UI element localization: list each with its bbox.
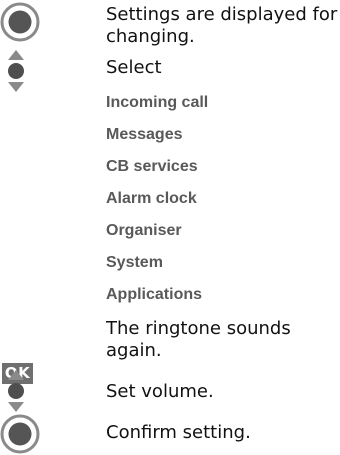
step-text-select: Select [106, 57, 162, 78]
navigation-key-icon [8, 370, 24, 412]
menu-item-organiser: Organiser [106, 222, 182, 239]
menu-item-cb-services: CB services [106, 158, 198, 175]
center-key-icon [0, 414, 40, 454]
step-text-set-volume: Set volume. [106, 381, 214, 402]
navigation-key-icon [8, 50, 24, 92]
menu-item-alarm-clock: Alarm clock [106, 190, 197, 207]
menu-item-messages: Messages [106, 126, 183, 143]
menu-item-system: System [106, 254, 163, 271]
menu-item-incoming-call: Incoming call [106, 94, 209, 111]
step-text-ringtone-sounds: The ringtone sounds again. [106, 318, 291, 361]
center-key-icon [0, 2, 40, 42]
step-text-confirm-setting: Confirm setting. [106, 422, 251, 443]
step-text-settings-displayed: Settings are displayed for changing. [106, 4, 338, 47]
menu-item-applications: Applications [106, 286, 203, 303]
